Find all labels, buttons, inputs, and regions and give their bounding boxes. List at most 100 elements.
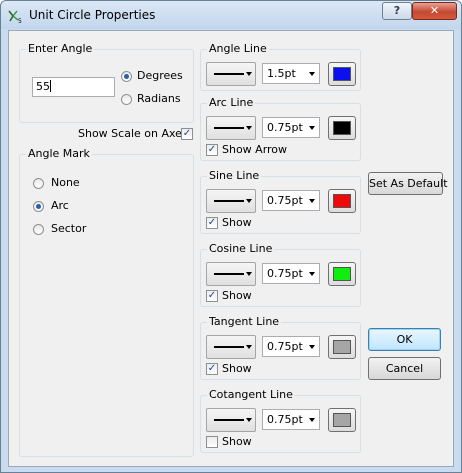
help-button[interactable]: ?	[382, 2, 412, 20]
cosine-line-group: Cosine Line 0.75pt ✓ Show	[200, 242, 361, 307]
mark-sector-label[interactable]: Sector	[51, 222, 86, 235]
tangent-show-label[interactable]: Show	[222, 362, 252, 375]
arc-line-style-dropdown[interactable]	[206, 116, 256, 140]
chevron-down-icon	[309, 72, 315, 76]
angle-input-value: 55	[36, 80, 50, 93]
cotangent-line-style-dropdown[interactable]	[206, 408, 256, 432]
unit-circle-properties-dialog: 5 Unit Circle Properties ? ✕ Enter Angle…	[0, 0, 462, 473]
angle-line-width-value: 1.5pt	[267, 67, 296, 80]
mark-arc-label[interactable]: Arc	[51, 199, 69, 212]
tangent-line-width-value: 0.75pt	[267, 340, 303, 353]
chevron-down-icon	[309, 199, 315, 203]
mark-sector-radio[interactable]	[33, 224, 44, 235]
tangent-line-width-dropdown[interactable]: 0.75pt	[262, 336, 320, 357]
sine-line-label: Sine Line	[207, 169, 262, 182]
mark-arc-radio[interactable]	[33, 201, 44, 212]
mark-none-label[interactable]: None	[51, 176, 80, 189]
show-scale-label[interactable]: Show Scale on Axes	[78, 127, 188, 140]
chevron-down-icon	[309, 418, 315, 422]
cotangent-line-group: Cotangent Line 0.75pt Show	[200, 388, 361, 453]
angle-mark-label: Angle Mark	[26, 147, 92, 160]
mark-none-radio[interactable]	[33, 178, 44, 189]
angle-input[interactable]: 55	[32, 77, 115, 97]
chevron-down-icon	[246, 345, 252, 349]
dialog-body: Enter Angle 55 Degrees Radians Show Scal…	[8, 30, 454, 467]
radians-radio[interactable]	[121, 94, 132, 105]
cosine-line-width-dropdown[interactable]: 0.75pt	[262, 263, 320, 284]
cotangent-line-width-dropdown[interactable]: 0.75pt	[262, 409, 320, 430]
angle-line-color-swatch	[333, 67, 351, 81]
line-style-swatch	[214, 73, 244, 75]
radians-radio-label[interactable]: Radians	[137, 92, 181, 105]
enter-angle-label: Enter Angle	[26, 42, 95, 55]
tangent-line-color-button[interactable]	[328, 335, 356, 359]
cosine-show-label[interactable]: Show	[222, 289, 252, 302]
cotangent-line-label: Cotangent Line	[207, 388, 295, 401]
sine-line-color-swatch	[333, 194, 351, 208]
cotangent-line-color-swatch	[333, 413, 351, 427]
cosine-line-color-button[interactable]	[328, 262, 356, 286]
set-as-default-button[interactable]: Set As Default	[368, 172, 448, 195]
cosine-line-label: Cosine Line	[207, 242, 275, 255]
tangent-line-group: Tangent Line 0.75pt ✓ Show	[200, 315, 361, 380]
cancel-button[interactable]: Cancel	[368, 357, 441, 380]
chevron-down-icon	[246, 272, 252, 276]
angle-mark-group: Angle Mark None Arc Sector	[19, 147, 194, 457]
cosine-line-width-value: 0.75pt	[267, 267, 303, 280]
line-style-swatch	[214, 273, 244, 275]
angle-line-color-button[interactable]	[328, 62, 356, 86]
tangent-show-checkbox[interactable]: ✓	[206, 363, 218, 375]
line-style-swatch	[214, 346, 244, 348]
angle-line-group: Angle Line 1.5pt	[200, 42, 361, 91]
line-style-swatch	[214, 419, 244, 421]
chevron-down-icon	[309, 272, 315, 276]
chevron-down-icon	[309, 126, 315, 130]
sine-line-group: Sine Line 0.75pt ✓ Show	[200, 169, 361, 234]
angle-line-width-dropdown[interactable]: 1.5pt	[262, 63, 320, 84]
arc-line-width-value: 0.75pt	[267, 121, 303, 134]
app-icon: 5	[8, 10, 22, 24]
arc-show-arrow-checkbox[interactable]: ✓	[206, 144, 218, 156]
arc-line-label: Arc Line	[207, 96, 256, 109]
window-title: Unit Circle Properties	[29, 8, 156, 22]
arc-show-arrow-label[interactable]: Show Arrow	[222, 143, 287, 156]
cotangent-show-checkbox[interactable]	[206, 436, 218, 448]
title-bar[interactable]: 5 Unit Circle Properties ? ✕	[1, 1, 461, 29]
cotangent-show-label[interactable]: Show	[222, 435, 252, 448]
svg-text:5: 5	[18, 18, 22, 24]
sine-show-checkbox[interactable]: ✓	[206, 217, 218, 229]
cotangent-line-width-value: 0.75pt	[267, 413, 303, 426]
degrees-radio-label[interactable]: Degrees	[137, 69, 183, 82]
line-style-swatch	[214, 200, 244, 202]
angle-line-label: Angle Line	[207, 42, 269, 55]
sine-line-color-button[interactable]	[328, 189, 356, 213]
cotangent-line-color-button[interactable]	[328, 408, 356, 432]
text-caret	[50, 80, 51, 92]
tangent-line-label: Tangent Line	[207, 315, 282, 328]
chevron-down-icon	[246, 126, 252, 130]
arc-line-color-button[interactable]	[328, 116, 356, 140]
cosine-show-checkbox[interactable]: ✓	[206, 290, 218, 302]
arc-line-width-dropdown[interactable]: 0.75pt	[262, 117, 320, 138]
arc-line-group: Arc Line 0.75pt ✓ Show Arrow	[200, 96, 361, 161]
tangent-line-style-dropdown[interactable]	[206, 335, 256, 359]
show-scale-checkbox[interactable]: ✓	[181, 128, 193, 140]
chevron-down-icon	[246, 72, 252, 76]
arc-line-color-swatch	[333, 121, 351, 135]
chevron-down-icon	[309, 345, 315, 349]
ok-button[interactable]: OK	[368, 328, 441, 351]
chevron-down-icon	[246, 199, 252, 203]
angle-line-style-dropdown[interactable]	[206, 62, 256, 86]
chevron-down-icon	[246, 418, 252, 422]
sine-line-style-dropdown[interactable]	[206, 189, 256, 213]
sine-line-width-dropdown[interactable]: 0.75pt	[262, 190, 320, 211]
sine-show-label[interactable]: Show	[222, 216, 252, 229]
enter-angle-group: Enter Angle 55 Degrees Radians	[19, 42, 194, 123]
cosine-line-style-dropdown[interactable]	[206, 262, 256, 286]
line-style-swatch	[214, 127, 244, 129]
close-button[interactable]: ✕	[412, 2, 457, 20]
cosine-line-color-swatch	[333, 267, 351, 281]
tangent-line-color-swatch	[333, 340, 351, 354]
degrees-radio[interactable]	[121, 71, 132, 82]
sine-line-width-value: 0.75pt	[267, 194, 303, 207]
